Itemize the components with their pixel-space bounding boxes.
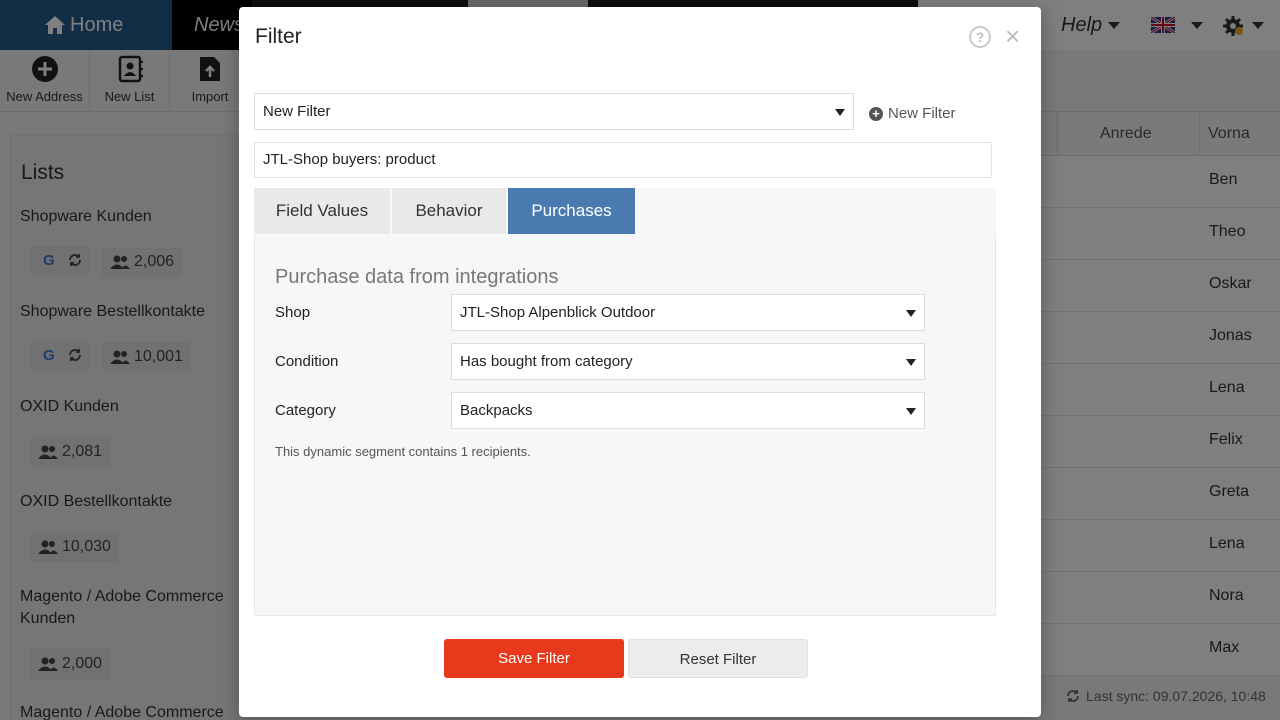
plus-circle-icon: + (869, 106, 883, 121)
filter-select-value: New Filter (263, 103, 331, 120)
save-filter-button[interactable]: Save Filter (444, 639, 624, 678)
close-icon[interactable]: × (1005, 23, 1020, 49)
dialog-title: Filter (255, 25, 302, 48)
chevron-down-icon (835, 109, 845, 116)
section-title: Purchase data from integrations (275, 266, 559, 288)
shop-select-value: JTL-Shop Alpenblick Outdoor (460, 304, 656, 321)
tab-field-values[interactable]: Field Values (254, 188, 390, 234)
chevron-down-icon (906, 359, 916, 366)
category-select-value: Backpacks (460, 402, 533, 419)
filter-name-input[interactable]: JTL-Shop buyers: product (254, 142, 992, 178)
filter-tabs: Field Values Behavior Purchases (254, 188, 996, 234)
category-select[interactable]: Backpacks (451, 392, 925, 429)
chevron-down-icon (906, 408, 916, 415)
tab-purchases[interactable]: Purchases (508, 188, 635, 234)
new-filter-label: New Filter (888, 105, 956, 122)
chevron-down-icon (906, 310, 916, 317)
condition-select[interactable]: Has bought from category (451, 343, 925, 380)
reset-filter-button[interactable]: Reset Filter (628, 639, 808, 678)
help-icon[interactable]: ? (969, 26, 991, 48)
filter-dialog: Filter ? × New Filter + New Filter JTL-S… (239, 7, 1041, 717)
segment-info: This dynamic segment contains 1 recipien… (275, 444, 531, 459)
shop-label: Shop (275, 304, 311, 321)
condition-label: Condition (275, 353, 339, 370)
condition-select-value: Has bought from category (460, 353, 633, 370)
filter-select[interactable]: New Filter (254, 93, 854, 130)
shop-select[interactable]: JTL-Shop Alpenblick Outdoor (451, 294, 925, 331)
category-label: Category (275, 402, 336, 419)
new-filter-button[interactable]: + New Filter (869, 105, 956, 122)
purchases-panel: Purchase data from integrations Shop JTL… (254, 234, 996, 616)
tab-behavior[interactable]: Behavior (392, 188, 506, 234)
